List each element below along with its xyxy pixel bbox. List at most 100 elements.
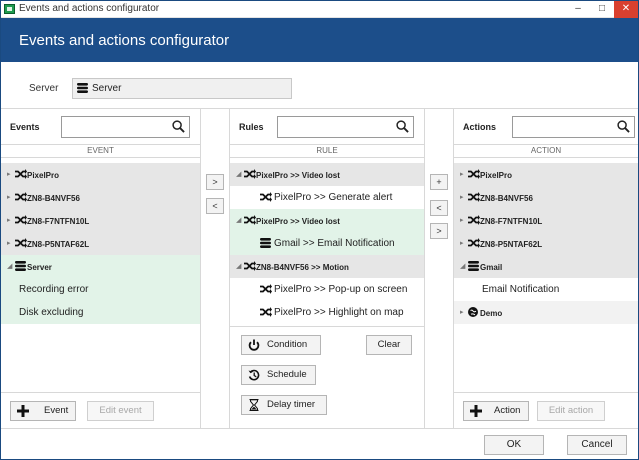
action-label: Email Notification [482,284,560,295]
rules-divider [230,326,424,327]
rule-item-popup-on-screen[interactable]: PixelPro >> Pop-up on screen [230,278,424,301]
delay-timer-button[interactable]: Delay timer [241,395,327,415]
expand-arrow-icon[interactable]: ▸ [460,170,464,178]
expand-arrow-icon[interactable]: ▸ [460,216,464,224]
edit-action-label: Edit action [548,405,594,416]
expand-arrow-icon[interactable]: ▸ [460,308,464,316]
condition-button[interactable]: Condition [241,335,321,355]
server-icon [15,261,26,271]
tree-item-server[interactable]: ◢ Server [1,255,200,278]
rule-group-zn8-motion[interactable]: ◢ ZN8-B4NVF56 >> Motion [230,255,424,278]
left-transfer-column: > < [201,109,230,428]
action-group-pixelpro[interactable]: ▸ PixelPro [454,163,638,186]
rules-label: Rules [239,122,264,132]
rule-group-label: PixelPro >> Video lost [256,171,340,180]
search-icon[interactable] [172,120,185,133]
shuffle-icon [260,284,272,294]
expand-arrow-icon[interactable]: ▸ [7,239,11,247]
rules-header: Rules [230,109,424,145]
collapse-arrow-icon[interactable]: ◢ [236,170,241,178]
add-to-rule-button[interactable]: > [206,174,224,190]
add-action-button-arrow[interactable]: > [430,223,448,239]
action-group-zn8-b4nvf56[interactable]: ▸ ZN8-B4NVF56 [454,186,638,209]
expand-arrow-icon[interactable]: ▸ [460,239,464,247]
rules-search[interactable] [277,116,414,138]
action-group-demo[interactable]: ▸ Demo [454,301,638,324]
right-transfer-column: + < > [425,109,454,428]
action-item-email-notification[interactable]: Email Notification [454,278,638,301]
plus-icon [470,405,482,417]
rule-item-generate-alert[interactable]: PixelPro >> Generate alert [230,186,424,209]
action-group-zn8-f7ntfn10l[interactable]: ▸ ZN8-F7NTFN10L [454,209,638,232]
rules-search-input[interactable] [280,119,391,135]
rule-item-email-notification[interactable]: Gmail >> Email Notification [230,232,424,255]
event-item-recording-error[interactable]: Recording error [1,278,200,301]
ok-button[interactable]: OK [484,435,544,455]
expand-arrow-icon[interactable]: ▸ [7,216,11,224]
action-group-label: ZN8-B4NVF56 [480,194,533,203]
minimize-button[interactable]: – [566,1,590,18]
collapse-arrow-icon[interactable]: ◢ [236,262,241,270]
shuffle-icon [468,238,480,248]
remove-from-rule-button[interactable]: < [206,198,224,214]
tree-item-pixelpro[interactable]: ▸ PixelPro [1,163,200,186]
configurator-window: Events and actions configurator – □ ✕ Ev… [0,0,639,460]
expand-arrow-icon[interactable]: ▸ [7,170,11,178]
edit-action-button[interactable]: Edit action [537,401,605,421]
server-label: Server [29,83,59,94]
power-icon [248,339,260,351]
rule-item-highlight-on-map[interactable]: PixelPro >> Highlight on map [230,301,424,324]
new-rule-button[interactable]: + [430,174,448,190]
shuffle-icon [15,238,27,248]
remove-action-button[interactable]: < [430,200,448,216]
shuffle-icon [244,261,256,271]
search-icon[interactable] [617,120,630,133]
edit-event-label: Edit event [99,405,142,416]
cancel-button[interactable]: Cancel [567,435,627,455]
tree-item-zn8-f7ntfn10l[interactable]: ▸ ZN8-F7NTFN10L [1,209,200,232]
server-value: Server [92,83,122,94]
schedule-label: Schedule [267,369,307,380]
collapse-arrow-icon[interactable]: ◢ [460,262,465,270]
edit-event-button[interactable]: Edit event [87,401,154,421]
shuffle-icon [244,215,256,225]
event-item-disk-excluding[interactable]: Disk excluding [1,301,200,324]
add-event-button[interactable]: Event [10,401,76,421]
maximize-button[interactable]: □ [590,1,614,18]
window-title: Events and actions configurator [19,3,160,14]
collapse-arrow-icon[interactable]: ◢ [7,262,12,270]
close-button[interactable]: ✕ [614,1,638,18]
title-bar: Events and actions configurator – □ ✕ [1,1,638,18]
rule-group-pixelpro-video-lost-2[interactable]: ◢ PixelPro >> Video lost [230,209,424,232]
clear-button[interactable]: Clear [366,335,412,355]
tree-item-zn8-p5ntaf62l[interactable]: ▸ ZN8-P5NTAF62L [1,232,200,255]
events-search[interactable] [61,116,190,138]
shuffle-icon [468,215,480,225]
tree-item-zn8-b4nvf56[interactable]: ▸ ZN8-B4NVF56 [1,186,200,209]
condition-label: Condition [267,339,308,350]
shuffle-icon [15,169,27,179]
server-icon [260,238,271,248]
collapse-arrow-icon[interactable]: ◢ [236,216,241,224]
tree-item-label: ZN8-B4NVF56 [27,194,80,203]
actions-search-input[interactable] [515,119,612,135]
shuffle-icon [468,192,480,202]
server-select[interactable]: Server [72,78,292,99]
action-group-gmail[interactable]: ◢ Gmail [454,255,638,278]
search-icon[interactable] [396,120,409,133]
actions-search[interactable] [512,116,635,138]
action-group-zn8-p5ntaf62l[interactable]: ▸ ZN8-P5NTAF62L [454,232,638,255]
actions-header: Actions [454,109,638,145]
rule-label: PixelPro >> Highlight on map [274,307,404,318]
schedule-button[interactable]: Schedule [241,365,316,385]
expand-arrow-icon[interactable]: ▸ [7,193,11,201]
rule-group-pixelpro-video-lost[interactable]: ◢ PixelPro >> Video lost [230,163,424,186]
shuffle-icon [15,192,27,202]
tree-item-label: Server [27,263,52,272]
actions-label: Actions [463,122,497,132]
events-label: Events [10,122,40,132]
plus-icon [17,405,29,417]
events-search-input[interactable] [64,119,167,135]
expand-arrow-icon[interactable]: ▸ [460,193,464,201]
add-action-button[interactable]: Action [463,401,529,421]
